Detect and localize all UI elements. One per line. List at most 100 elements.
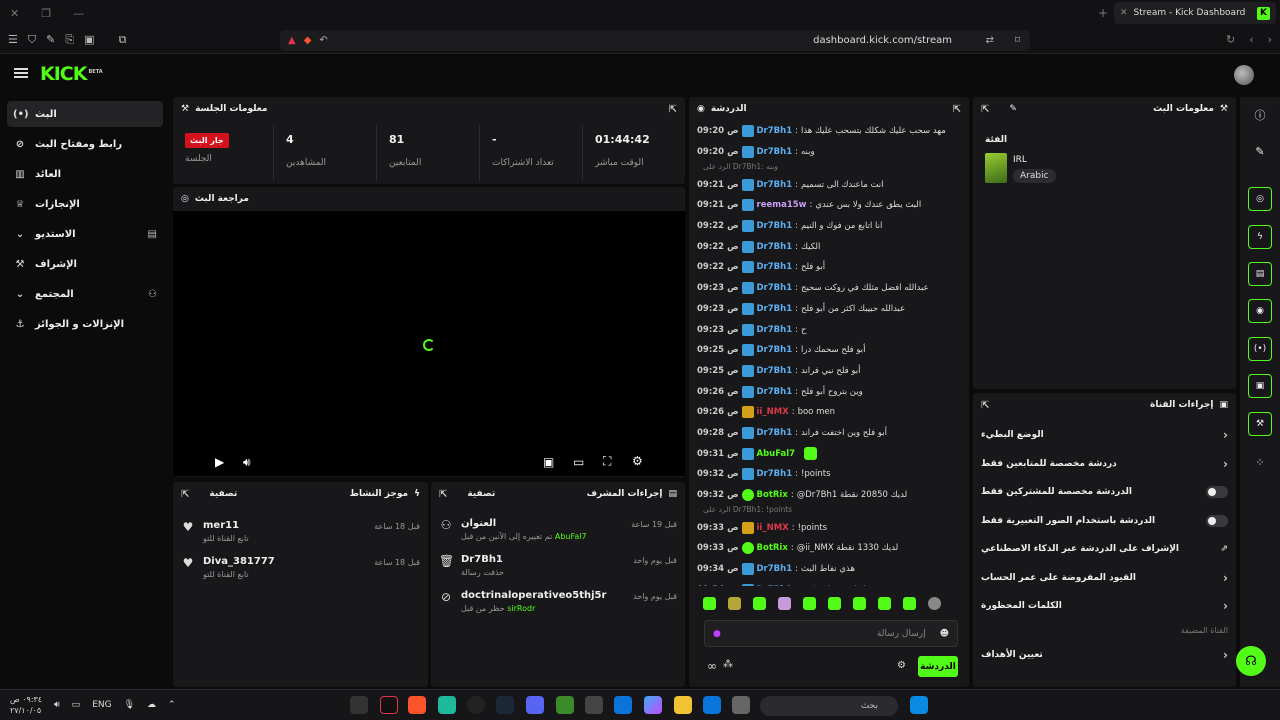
mail-icon[interactable]	[703, 696, 721, 714]
tiktok-icon[interactable]	[380, 696, 398, 714]
popout-icon[interactable]: ⇱	[953, 104, 961, 115]
reload-icon[interactable]: ↻	[1226, 33, 1235, 46]
chat-username[interactable]: Dr7Bh1	[757, 428, 793, 438]
chat-username[interactable]: ii_NMX	[757, 407, 789, 417]
chat-message[interactable]: 09:23 ص Dr7Bh1: عبدالله حبيبك اكثر من أبو ف…	[697, 299, 965, 320]
discord-icon[interactable]	[526, 696, 544, 714]
chat-message[interactable]: 09:25 ص Dr7Bh1: أبو فلح سحمك درا	[697, 340, 965, 361]
chat-username[interactable]: Dr7Bh1	[757, 283, 793, 293]
theater-icon[interactable]: ▭	[573, 455, 584, 469]
emote[interactable]	[853, 596, 866, 610]
edit-icon[interactable]: ✎	[1009, 104, 1017, 114]
sidebar-icon[interactable]: ▣	[84, 33, 94, 47]
emote[interactable]	[778, 596, 791, 610]
copilot-icon[interactable]	[644, 696, 662, 714]
chat-message[interactable]: 09:34ص Dr7Bh1:اذ انت متواجد كثير	[697, 579, 965, 586]
chat-username[interactable]: Dr7Bh1	[757, 585, 793, 586]
channel-action-item[interactable]: الوضع البطيء ›	[973, 421, 1236, 450]
warning-icon[interactable]: ▲	[288, 35, 296, 46]
chat-message[interactable]: 09:20 ص Dr7Bh1: وبنه	[697, 142, 965, 163]
address-bar[interactable]: ▲ ◆ ↶ dashboard.kick.com/stream ⇄ ⌑	[280, 30, 1030, 51]
emote[interactable]	[903, 596, 916, 610]
channel-action-item[interactable]: القيود المفروضة على عمر الحساب ›	[973, 564, 1236, 593]
video-player[interactable]: ▶ 🔊︎ ▣ ▭ ⛶ ⚙	[173, 211, 685, 476]
sidebar-item-stream-key[interactable]: ⊘ رابط ومفتاح البث	[7, 131, 163, 157]
channel-action-item[interactable]: الإشراف على الدردشة عبر الذكاء الاصطناعي…	[973, 535, 1236, 564]
volume-icon[interactable]: 🔊︎	[243, 455, 251, 470]
chat-username[interactable]: Dr7Bh1	[757, 147, 793, 157]
chat-message[interactable]: 09:21 ص reema15w: البث يطق عندك ولا بس عندي	[697, 195, 965, 216]
chat-settings-icon[interactable]: ⚙	[897, 660, 906, 671]
mic-icon[interactable]: 🎙︎	[124, 700, 135, 710]
emote[interactable]	[703, 596, 716, 610]
brave-icon[interactable]	[408, 696, 426, 714]
chat-username[interactable]: reema15w	[757, 200, 807, 210]
channel-action-item[interactable]: دردشة مخصصة للمتابعين فقط ›	[973, 450, 1236, 479]
chat-message[interactable]: 09:20 ص Dr7Bh1: مهد سحب عليك شكلك بتسحب علي…	[697, 121, 965, 142]
app-icon[interactable]	[467, 696, 485, 714]
bookmarks-icon[interactable]: ⎘	[65, 33, 74, 47]
chat-message[interactable]: 09:34 ص Dr7Bh1: هذي نفاط البث	[697, 559, 965, 580]
chat-username[interactable]: Dr7Bh1	[757, 126, 793, 136]
filter-label[interactable]: تصفية	[467, 489, 495, 499]
close-tab-icon[interactable]: ✕	[1120, 8, 1128, 18]
browser-tab[interactable]: ✕ Stream - Kick Dashboard K	[1114, 2, 1276, 24]
edit-icon[interactable]: ✎	[1248, 139, 1272, 163]
emote[interactable]	[878, 596, 891, 610]
emote[interactable]	[803, 596, 816, 610]
chat-message[interactable]: 09:32 ص BotRix: @Dr7Bh1 لديك 20850 نقطة	[697, 485, 965, 506]
restore-window-icon[interactable]: ❐	[41, 7, 51, 20]
broadcast-icon[interactable]: (•)	[1248, 337, 1272, 361]
sidebar-item-community[interactable]: ⌄ المجتمع ⚇	[7, 281, 163, 307]
chat-username[interactable]: Dr7Bh1	[757, 262, 793, 272]
minecraft-icon[interactable]	[556, 696, 574, 714]
back-icon[interactable]: ‹	[1249, 33, 1253, 46]
filter-label[interactable]: تصفية	[209, 489, 237, 499]
chat-message[interactable]: 09:31 ص AbuFal7	[697, 443, 965, 464]
menu-icon[interactable]: ☰	[8, 33, 18, 47]
emote[interactable]	[728, 596, 741, 610]
chat-message[interactable]: 09:22 ص Dr7Bh1: أبو فلح	[697, 257, 965, 278]
chat-message[interactable]: 09:28 ص Dr7Bh1: أبو فلح وين اختفت فراند	[697, 423, 965, 444]
wrench-icon[interactable]: ⚒	[1248, 412, 1272, 436]
infinity-icon[interactable]: ∞	[707, 659, 717, 673]
sidebar-item-achievements[interactable]: ♕ الإنجازات	[7, 191, 163, 217]
app-icon[interactable]	[438, 696, 456, 714]
mic-icon[interactable]: ●	[713, 629, 721, 639]
forward-icon[interactable]: ›	[1268, 33, 1272, 46]
toggle-switch[interactable]	[1206, 514, 1228, 527]
url-text[interactable]: dashboard.kick.com/stream	[813, 35, 952, 46]
chat-message[interactable]: 09:32 ص Dr7Bh1: !points	[697, 464, 965, 485]
brave-shield-icon[interactable]: ◆	[304, 35, 312, 46]
steam-icon[interactable]	[496, 696, 514, 714]
chat-message[interactable]: 09:23 ص Dr7Bh1: عبدالله افضل مثلك في روكت س…	[697, 278, 965, 299]
sidebar-item-drops[interactable]: ⚓ الإنزالات و الجوائز	[7, 311, 163, 337]
pip-icon[interactable]: ▣	[543, 455, 554, 469]
shield-icon[interactable]: ⛉	[28, 33, 36, 47]
app-icon[interactable]	[585, 696, 603, 714]
bolt-icon[interactable]: ϟ	[1248, 225, 1272, 249]
chat-message[interactable]: 09:26 ص ii_NMX: boo men	[697, 402, 965, 423]
chat-username[interactable]: ii_NMX	[757, 523, 789, 533]
sidebar-item-stream[interactable]: (•) البث	[7, 101, 163, 127]
popout-icon[interactable]: ⇱	[181, 489, 189, 500]
extensions-icon[interactable]: ✎	[46, 33, 55, 47]
minimize-window-icon[interactable]: —	[73, 7, 84, 20]
chat-message[interactable]: 09:33 ص ii_NMX: !points	[697, 517, 965, 538]
channel-icon[interactable]: ▣	[1248, 374, 1272, 398]
screenshot-icon[interactable]: ⧉	[119, 33, 127, 47]
chat-username[interactable]: Dr7Bh1	[757, 469, 793, 479]
chat-username[interactable]: Dr7Bh1	[757, 345, 793, 355]
points-icon[interactable]: ⁂	[723, 659, 733, 670]
chat-icon[interactable]: ◉	[1248, 299, 1272, 323]
language-indicator[interactable]: ENG	[92, 700, 111, 710]
chat-message[interactable]: 09:26 ص Dr7Bh1: وين بتروح أبو فلح	[697, 381, 965, 402]
back-arrow-icon[interactable]: ↶	[319, 35, 327, 46]
folder-icon[interactable]	[674, 696, 692, 714]
network-icon[interactable]: ▭	[72, 700, 81, 710]
emote[interactable]	[828, 596, 841, 610]
emoji-icon[interactable]: ☻	[940, 629, 949, 639]
store-icon[interactable]	[614, 696, 632, 714]
app-icon[interactable]	[732, 696, 750, 714]
chat-username[interactable]: Dr7Bh1	[757, 221, 793, 231]
